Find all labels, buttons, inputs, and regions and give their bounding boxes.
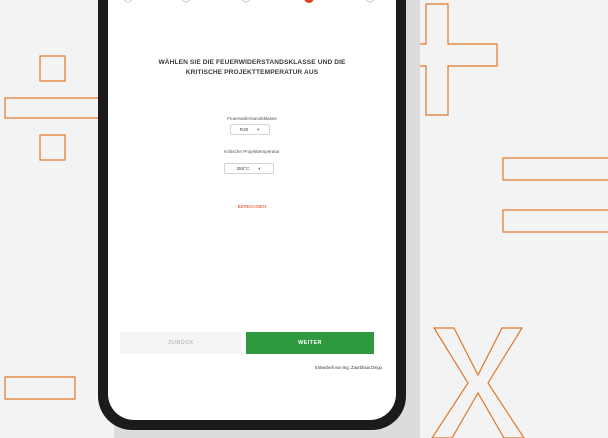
chevron-down-icon: ▼ [257,166,262,171]
division-top-square [39,55,66,82]
heading-line-2: KRITISCHE PROJEKTTEMPERATUR AUS [185,68,319,76]
progress-stepper [123,0,375,3]
next-button[interactable]: WEITER [246,332,374,354]
fire-class-value: R30 [239,127,249,132]
minus-bar [4,376,76,400]
multiply-sign [431,327,525,438]
fire-class-label: Feuerwiderstandsklasse [227,116,277,121]
calculate-link[interactable]: BERECHNEN [108,204,396,209]
back-button[interactable]: ZURÜCK [120,332,242,354]
phone-screen: WÄHLEN SIE DIE FEUERWIDERSTANDSKLASSE UN… [108,0,396,420]
division-bottom-square [39,134,66,161]
critical-temp-label: Kritische Projekttemperatur [224,149,280,154]
division-bar [4,97,101,119]
page-heading: WÄHLEN SIE DIE FEUERWIDERSTANDSKLASSE UN… [116,58,388,77]
chevron-down-icon: ▼ [256,127,261,132]
step-5-dot[interactable] [365,0,375,3]
step-3-dot[interactable] [241,0,251,3]
step-2-dot[interactable] [181,0,191,3]
heading-line-1: WÄHLEN SIE DIE FEUERWIDERSTANDSKLASSE UN… [158,59,346,66]
equals-bottom-bar [502,209,608,233]
critical-temp-value: 350°C [236,166,250,171]
step-1-dot[interactable] [123,0,133,3]
step-4-dot-active[interactable] [304,0,314,3]
critical-temp-select[interactable]: 350°C ▼ [224,163,274,174]
equals-top-bar [502,157,608,181]
developer-credit: Entwickelt von Ing. Zaurbhaia Dingo [314,365,382,370]
fire-class-select[interactable]: R30 ▼ [230,124,270,135]
